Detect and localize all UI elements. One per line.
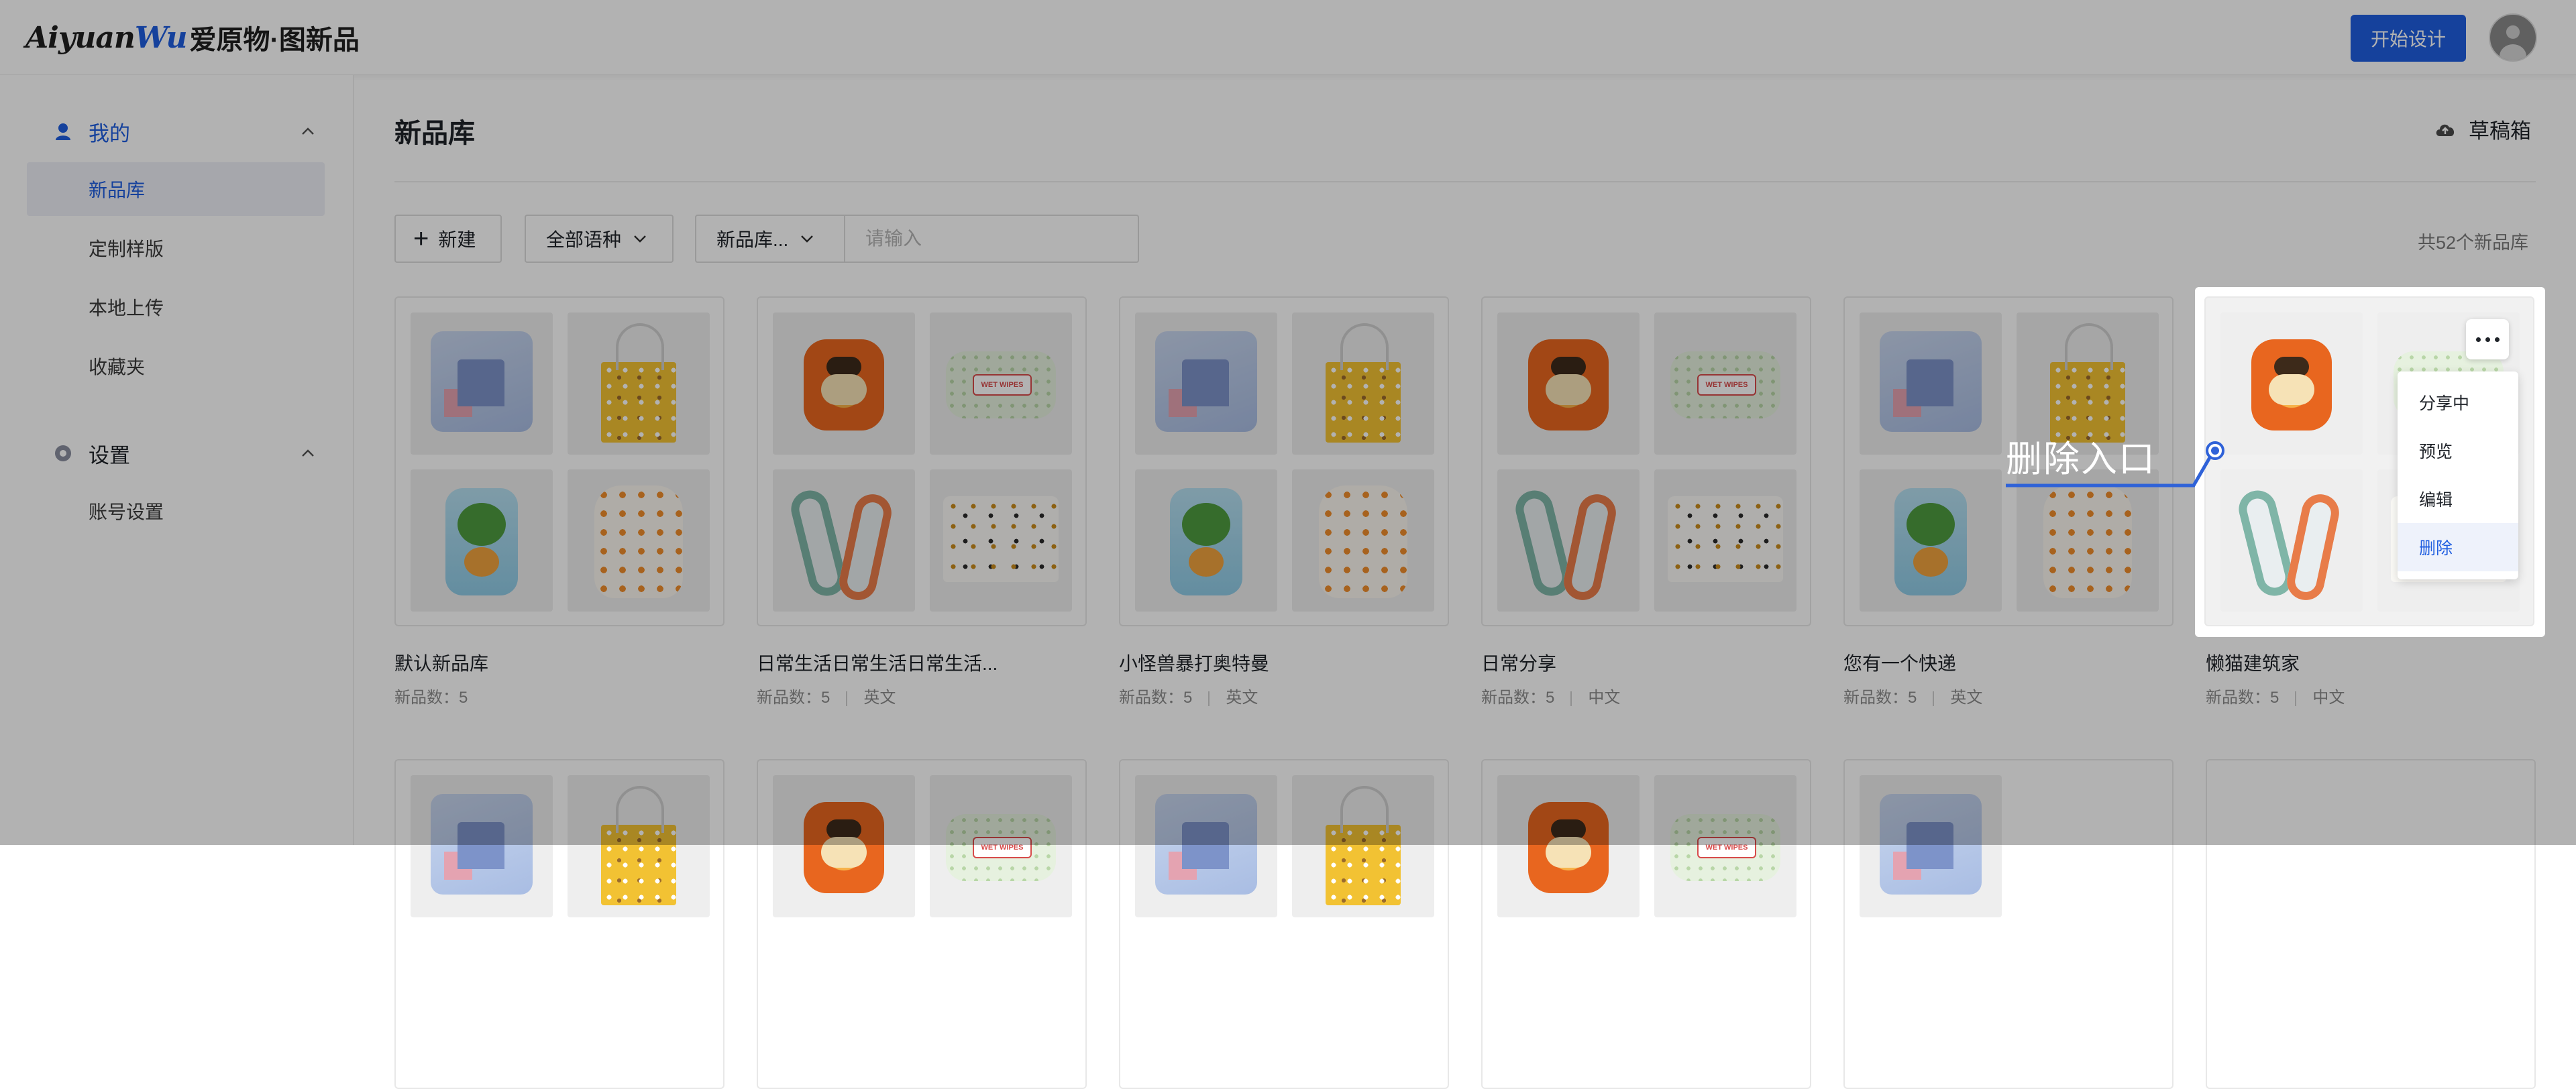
annotation-pointer bbox=[2006, 441, 2224, 488]
annotation-label: 删除入口 bbox=[2006, 439, 2156, 479]
